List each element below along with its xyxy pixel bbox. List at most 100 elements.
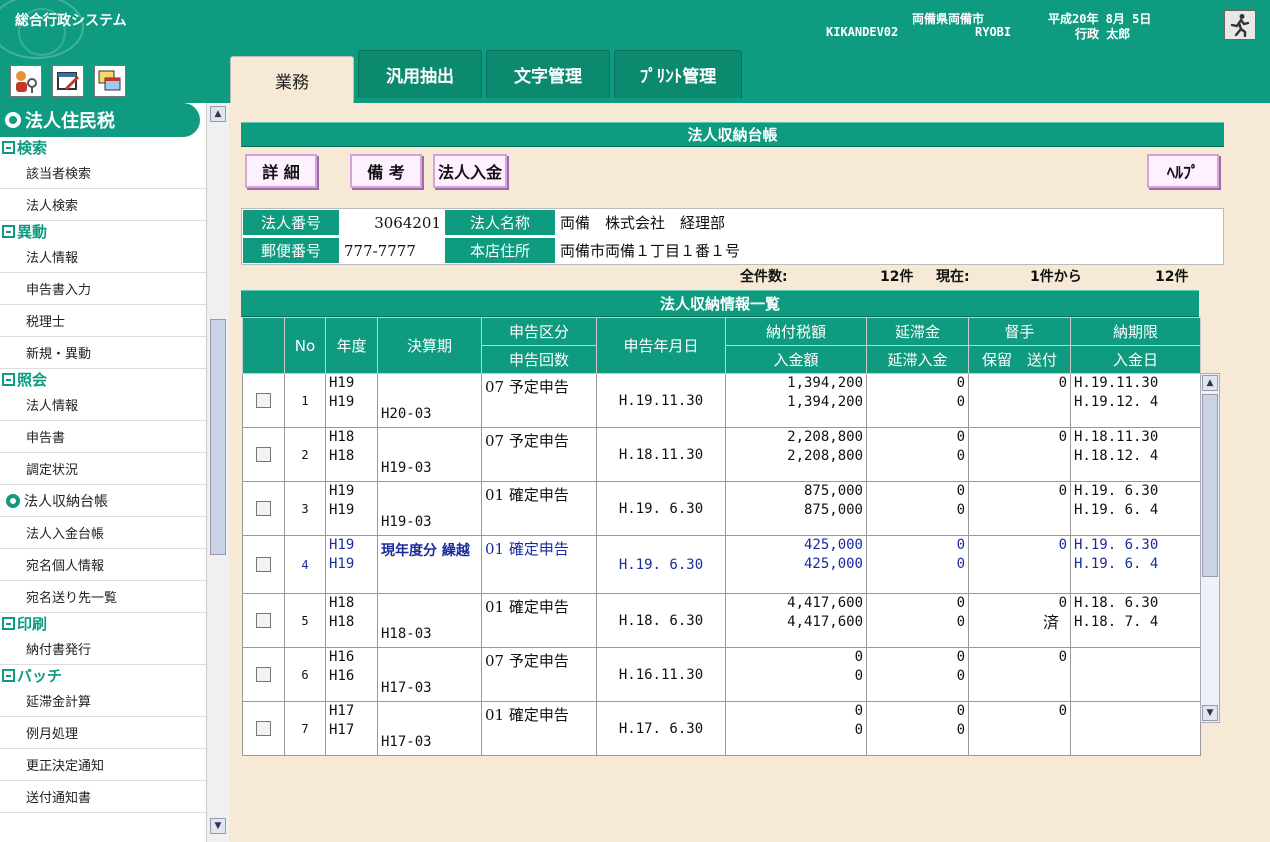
scroll-down-icon[interactable]: ▼: [210, 818, 226, 834]
sidebar-scrollbar[interactable]: ▲ ▼: [206, 103, 229, 842]
sidebar-item-label: 法人収納台帳: [24, 493, 108, 510]
amount-cell: 2,208,800 2,208,800: [725, 427, 867, 482]
row-select-cell: [242, 647, 285, 702]
table-row[interactable]: 1 H19 H19 H20-03 07 予定申告 H.19.11.30 1,394,200 1…: [242, 373, 1201, 428]
paid-column-header: 入金額: [725, 345, 867, 374]
sidebar-group-batch[interactable]: バッチ: [0, 665, 206, 685]
window-switch-icon[interactable]: [94, 65, 126, 97]
sidebar-item-atena-kojin-joho[interactable]: 宛名個人情報: [0, 549, 206, 581]
corp-number-value: 3064201: [374, 213, 441, 232]
tab-print-kanri[interactable]: ﾌﾟﾘﾝﾄ管理: [614, 50, 742, 98]
row-checkbox[interactable]: [256, 501, 271, 516]
late-fee-cell: 00: [866, 373, 969, 428]
sidebar-item-shinkokusho-nyuryoku[interactable]: 申告書入力: [0, 273, 206, 305]
tokusoku-value: 0: [1058, 649, 1067, 665]
user-name: 行政 太郎: [1075, 27, 1131, 41]
terminal-id: KIKANDEV02: [826, 25, 899, 39]
row-checkbox[interactable]: [256, 557, 271, 572]
sidebar-item-zeirishi[interactable]: 税理士: [0, 305, 206, 337]
user-key-icon[interactable]: [10, 65, 42, 97]
period-cell: H19-03: [377, 427, 482, 482]
scroll-up-icon[interactable]: ▲: [210, 106, 226, 122]
row-checkbox[interactable]: [256, 447, 271, 462]
table-scrollbar[interactable]: ▲ ▼: [1200, 373, 1220, 723]
tab-hanyo-chushutsu[interactable]: 汎用抽出: [358, 50, 482, 98]
paid-date-column-header: 入金日: [1070, 345, 1201, 374]
sidebar-group-insatsu[interactable]: 印刷: [0, 613, 206, 633]
current-marker-icon: [6, 493, 20, 508]
sidebar-item-shokai-hojin-joho[interactable]: 法人情報: [0, 389, 206, 421]
amount-cell: 1,394,200 1,394,200: [725, 373, 867, 428]
tab-gyomu[interactable]: 業務: [230, 56, 354, 103]
row-checkbox[interactable]: [256, 667, 271, 682]
detail-button[interactable]: 詳 細: [245, 154, 317, 188]
sidebar-item-hojin-nyukin-daicho[interactable]: 法人入金台帳: [0, 517, 206, 549]
row-no: 3: [284, 481, 326, 536]
row-no: 2: [284, 427, 326, 482]
remarks-button[interactable]: 備 考: [350, 154, 422, 188]
sidebar-item-shinki-ido[interactable]: 新規・異動: [0, 337, 206, 369]
due-cell: [1070, 647, 1201, 702]
table-row[interactable]: 6 H16 H16 H17-03 07 予定申告 H.16.11.30 0 0 0 0 0: [242, 647, 1201, 702]
sidebar-item-hojin-shuno-daicho[interactable]: 法人収納台帳: [0, 485, 206, 517]
period-cell: H17-03: [377, 701, 482, 756]
late-paid: 0: [956, 668, 965, 684]
year-line: H19: [329, 394, 355, 410]
row-checkbox[interactable]: [256, 393, 271, 408]
row-select-cell: [242, 481, 285, 536]
shinkoku-date: H.16.11.30: [596, 647, 726, 702]
sidebar-group-shokai[interactable]: 照会: [0, 369, 206, 389]
sidebar-group-ido[interactable]: 異動: [0, 221, 206, 241]
table-row[interactable]: 3 H19 H19 H19-03 01 確定申告 H.19. 6.30 875,000 875…: [242, 481, 1201, 536]
late-fee: 0: [956, 703, 965, 719]
exit-button[interactable]: [1224, 10, 1256, 40]
table-scroll-thumb[interactable]: [1202, 394, 1218, 577]
sidebar-item-reigetsu-shori[interactable]: 例月処理: [0, 717, 206, 749]
shinkoku-cell: 07 予定申告: [481, 373, 597, 428]
row-checkbox[interactable]: [256, 613, 271, 628]
sidebar-scroll-thumb[interactable]: [210, 319, 226, 555]
sidebar-item-chotei-jokyo[interactable]: 調定状況: [0, 453, 206, 485]
help-button[interactable]: ﾍﾙﾌﾟ: [1147, 154, 1219, 188]
sidebar-item-hojin-kensaku[interactable]: 法人検索: [0, 189, 206, 221]
due-date: H.19.11.30: [1074, 375, 1159, 391]
corp-payment-button[interactable]: 法人入金: [433, 154, 507, 188]
sidebar-item-atena-okurisaki[interactable]: 宛名送り先一覧: [0, 581, 206, 613]
running-man-exit-icon: [1230, 14, 1250, 37]
postal-code-value: 777-7777: [344, 241, 416, 260]
late-fee-cell: 00: [866, 535, 969, 594]
row-no: 6: [284, 647, 326, 702]
tab-moji-kanri[interactable]: 文字管理: [486, 50, 610, 98]
sidebar-item-sofu-tsuchisho[interactable]: 送付通知書: [0, 781, 206, 813]
corp-number-label: 法人番号: [243, 210, 339, 235]
sidebar-item-shinkokusho[interactable]: 申告書: [0, 421, 206, 453]
late-fee-cell: 00: [866, 481, 969, 536]
sidebar-item-entaikin-keisan[interactable]: 延滞金計算: [0, 685, 206, 717]
sidebar-item-gaitosha-kensaku[interactable]: 該当者検索: [0, 157, 206, 189]
sidebar-item-kosei-kettei-tsuchi[interactable]: 更正決定通知: [0, 749, 206, 781]
year-line: H18: [329, 614, 355, 630]
total-count-value: 12件: [880, 269, 914, 285]
year-line: H19: [329, 537, 355, 553]
scroll-up-icon[interactable]: ▲: [1202, 375, 1218, 391]
tokusoku-value: 0: [1058, 375, 1067, 391]
paid-amount: 4,417,600: [787, 614, 863, 630]
scroll-down-icon[interactable]: ▼: [1202, 705, 1218, 721]
row-checkbox[interactable]: [256, 721, 271, 736]
table-row[interactable]: 5 H18 H18 H18-03 01 確定申告 H.18. 6.30 4,417,600 4…: [242, 593, 1201, 648]
table-row[interactable]: 7 H17 H17 H17-03 01 確定申告 H.17. 6.30 0 0 0 0 0: [242, 701, 1201, 756]
year-line: H19: [329, 556, 355, 572]
sidebar-group-kensaku[interactable]: 検索: [0, 137, 206, 157]
table-row[interactable]: 4 H19 H19 現年度分 繰越 01 確定申告 H.19. 6.30 425,000 42…: [242, 535, 1201, 594]
late-fee: 0: [956, 649, 965, 665]
sidebar-item-hojin-joho[interactable]: 法人情報: [0, 241, 206, 273]
tokusoku-cell: 0: [968, 535, 1071, 594]
amount-cell: 00: [725, 647, 867, 702]
due-cell: H.19. 6.30 H.19. 6. 4: [1070, 481, 1201, 536]
table-row[interactable]: 2 H18 H18 H19-03 07 予定申告 H.18.11.30 2,208,800 2…: [242, 427, 1201, 482]
sidebar-item-nofusho-hakko[interactable]: 納付書発行: [0, 633, 206, 665]
due-column-header: 納期限: [1070, 317, 1201, 346]
due-cell: H.19. 6.30 H.19. 6. 4: [1070, 535, 1201, 594]
app-header: 総合行政システム 両備県両備市 平成20年 8月 5日 KIKANDEV02 R…: [0, 0, 1270, 103]
edit-document-icon[interactable]: [52, 65, 84, 97]
